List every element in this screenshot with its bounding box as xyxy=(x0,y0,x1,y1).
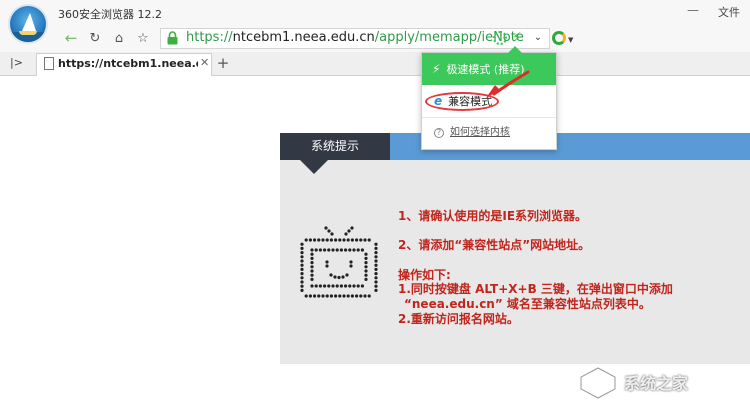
kernel-bolt-icon[interactable]: ⚡ xyxy=(512,30,524,46)
lock-icon xyxy=(167,31,178,45)
new-tab-button[interactable]: + xyxy=(216,54,230,72)
help-link-label: 如何选择内核 xyxy=(450,127,510,138)
annotation-arrow-icon xyxy=(486,70,530,98)
url-scheme: https:// xyxy=(186,30,233,45)
page-icon xyxy=(44,57,54,70)
sidebar-toggle-icon[interactable]: |> xyxy=(10,56,23,69)
panel-tab-label: 系统提示 xyxy=(280,133,390,160)
tab-title: https://ntcebm1.neea.edu.cn/apply/memapp… xyxy=(58,57,198,70)
close-tab-icon[interactable]: ✕ xyxy=(200,56,209,69)
browser-logo-icon[interactable] xyxy=(8,4,48,44)
url-text[interactable]: https://ntcebm1.neea.edu.cn/apply/memapp… xyxy=(186,30,524,45)
minimize-icon[interactable]: — xyxy=(685,3,701,17)
panel-tab-pointer xyxy=(300,160,328,174)
tv-icon xyxy=(300,226,378,298)
search-engine-icon[interactable] xyxy=(552,31,566,45)
home-button[interactable]: ⌂ xyxy=(108,28,130,48)
menu-divider xyxy=(422,117,556,118)
notice-line-2: 2、请添加“兼容性站点”网站地址。 xyxy=(398,238,591,252)
watermark-logo-icon xyxy=(579,366,617,400)
notice-line-1: 1、请确认使用的是IE系列浏览器。 xyxy=(398,209,588,223)
bolt-icon: ⚡ xyxy=(432,62,441,76)
menu-caret xyxy=(508,46,522,53)
window-title: 360安全浏览器 12.2 xyxy=(58,8,162,21)
menu-item-help[interactable]: ? 如何选择内核 xyxy=(422,122,556,144)
favorite-button[interactable]: ☆ xyxy=(132,28,154,48)
address-dropdown-icon[interactable]: ⌄ xyxy=(530,30,546,46)
loading-icon xyxy=(493,31,507,45)
reload-button[interactable]: ↻ xyxy=(84,28,106,48)
help-icon: ? xyxy=(434,128,444,138)
file-menu[interactable]: 文件 xyxy=(718,4,740,20)
watermark-text: 系统之家 xyxy=(624,374,689,393)
back-button[interactable]: ← xyxy=(60,28,82,48)
operation-step-2: 2.重新访问报名网站。 xyxy=(398,312,519,326)
url-host: ntcebm1.neea.edu.cn xyxy=(232,30,375,45)
search-dropdown-icon[interactable]: ▼ xyxy=(568,36,573,44)
